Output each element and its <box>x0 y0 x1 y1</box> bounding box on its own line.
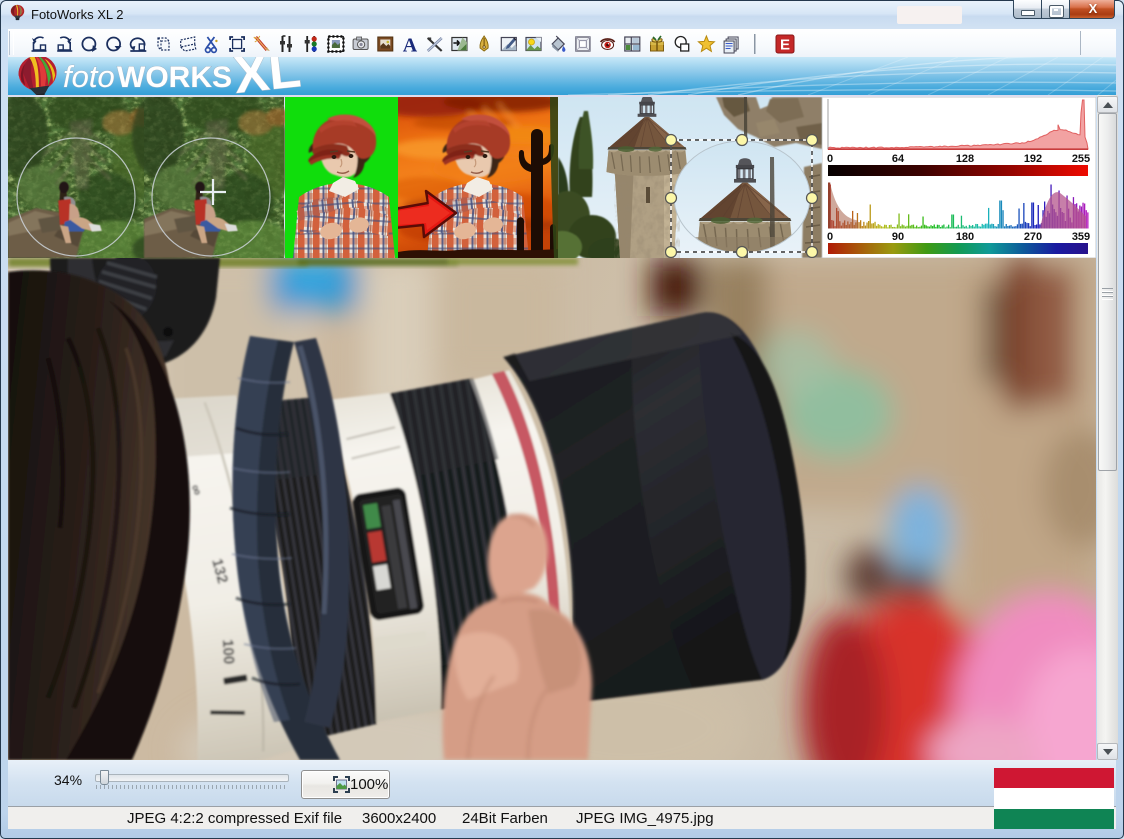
svg-text:100: 100 <box>219 639 237 665</box>
svg-text:270: 270 <box>1024 231 1042 243</box>
svg-text:128: 128 <box>956 153 974 165</box>
svg-text:180: 180 <box>956 231 974 243</box>
svg-text:255: 255 <box>1072 153 1090 165</box>
svg-text:64: 64 <box>892 153 905 165</box>
svg-text:0: 0 <box>827 231 833 243</box>
svg-text:WORKS: WORKS <box>117 61 232 94</box>
svg-text:192: 192 <box>1024 153 1042 165</box>
svg-text:E: E <box>780 37 790 54</box>
svg-text:A: A <box>403 35 418 57</box>
svg-text:0: 0 <box>827 153 833 165</box>
svg-text:XL: XL <box>231 57 303 95</box>
svg-text:foto: foto <box>63 59 115 94</box>
svg-text:90: 90 <box>892 231 904 243</box>
svg-text:359: 359 <box>1072 231 1090 243</box>
